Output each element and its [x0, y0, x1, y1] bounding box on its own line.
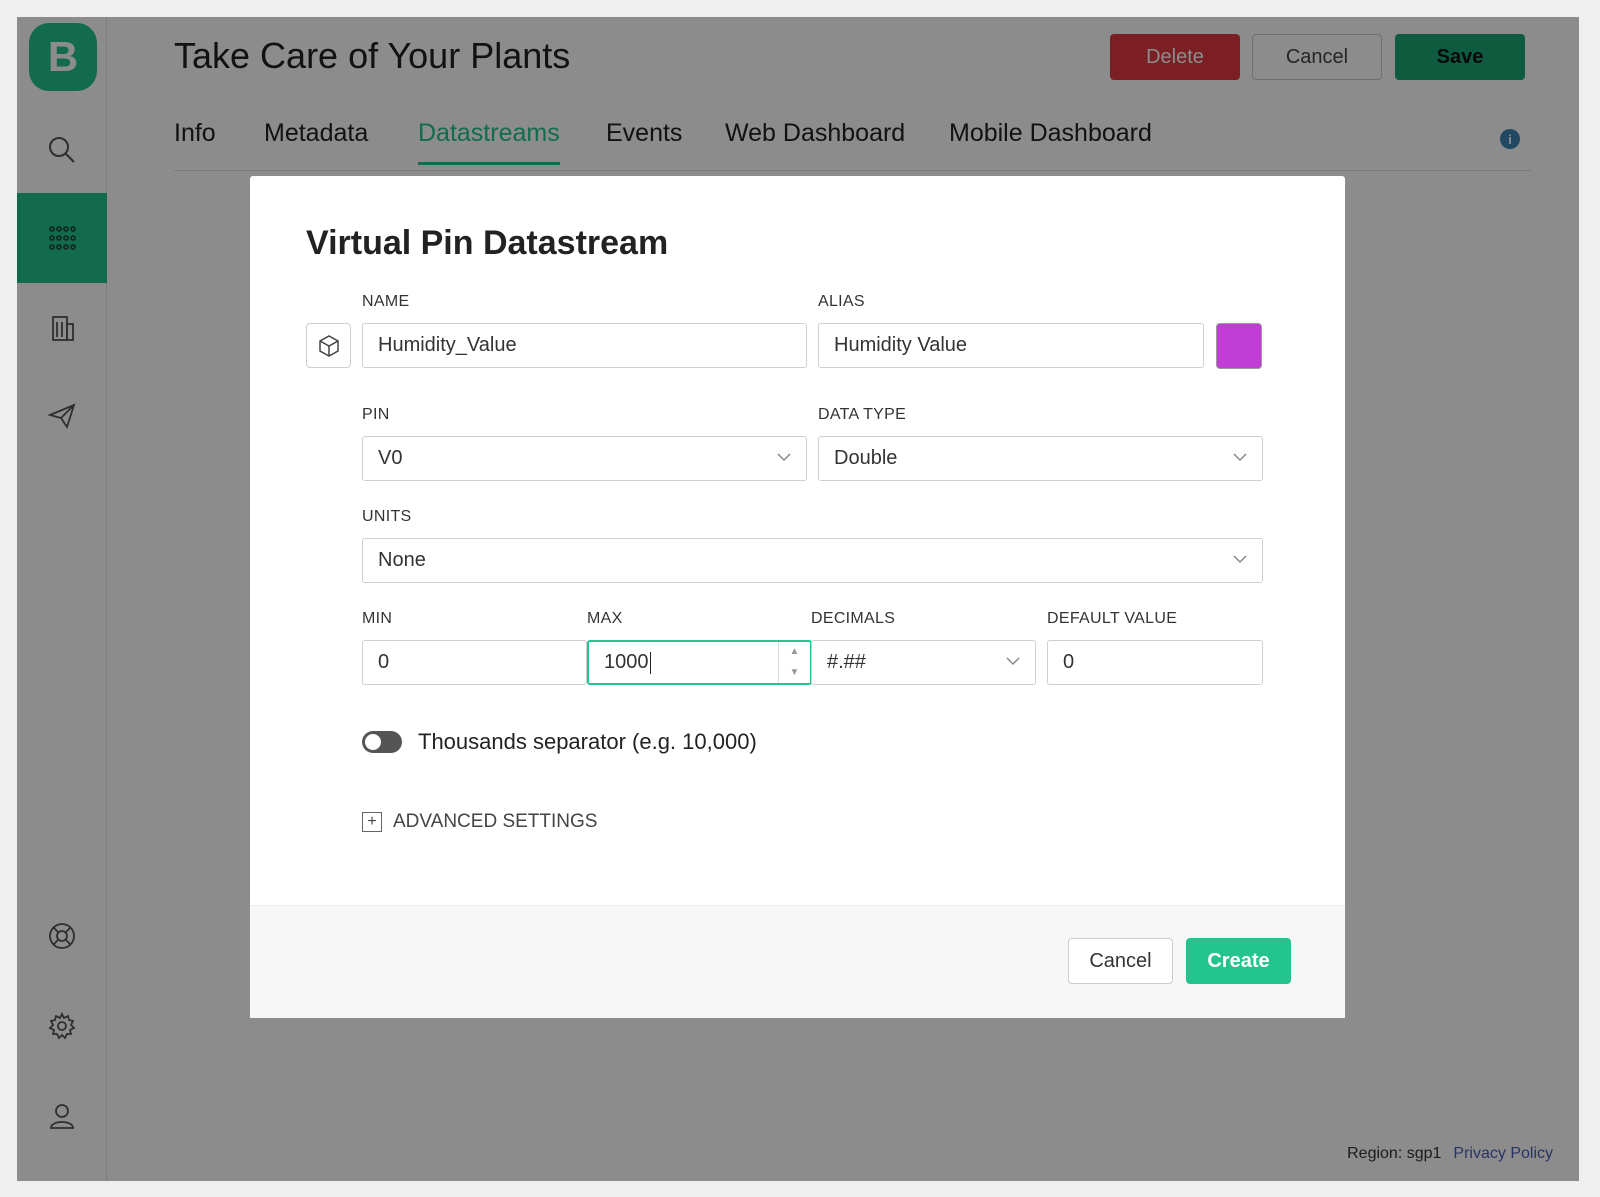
name-label: NAME	[362, 293, 410, 310]
chevron-down-icon	[1233, 555, 1247, 564]
name-field[interactable]: Humidity_Value	[362, 323, 807, 368]
modal-footer: Cancel Create	[250, 905, 1345, 1018]
cancel-button[interactable]: Cancel	[1068, 938, 1173, 984]
data-type-select[interactable]: Double	[818, 436, 1263, 481]
pin-select[interactable]: V0	[362, 436, 807, 481]
units-label: UNITS	[362, 508, 412, 525]
max-field[interactable]: 1000 ▲ ▼	[587, 640, 812, 685]
default-value-label: DEFAULT VALUE	[1047, 610, 1178, 627]
data-type-label: DATA TYPE	[818, 406, 907, 423]
decimals-value: #.##	[827, 651, 866, 673]
thousands-separator-toggle[interactable]	[362, 731, 402, 753]
chevron-down-icon	[777, 453, 791, 462]
pin-value: V0	[378, 447, 403, 469]
decimals-select[interactable]: #.##	[811, 640, 1036, 685]
stepper-up-icon[interactable]: ▲	[779, 642, 810, 663]
alias-field[interactable]: Humidity Value	[818, 323, 1204, 368]
min-label: MIN	[362, 610, 393, 627]
chevron-down-icon	[1233, 453, 1247, 462]
modal-title: Virtual Pin Datastream	[306, 224, 669, 262]
units-select[interactable]: None	[362, 538, 1263, 583]
max-label: MAX	[587, 610, 623, 627]
color-picker-swatch[interactable]	[1216, 323, 1262, 369]
thousands-separator-label: Thousands separator (e.g. 10,000)	[418, 729, 757, 754]
plus-square-icon: +	[362, 812, 382, 832]
units-value: None	[378, 549, 426, 571]
chevron-down-icon	[1006, 657, 1020, 666]
advanced-settings-expander[interactable]: + ADVANCED SETTINGS	[362, 811, 597, 833]
max-value: 1000	[604, 651, 649, 673]
max-stepper[interactable]: ▲ ▼	[778, 642, 810, 683]
alias-label: ALIAS	[818, 293, 865, 310]
default-value-field[interactable]: 0	[1047, 640, 1263, 685]
app-window: B Take Care of Your Plants Delete Cancel…	[17, 17, 1579, 1181]
datastream-modal: Virtual Pin Datastream NAME Humidity_Val…	[250, 176, 1345, 1018]
min-field[interactable]: 0	[362, 640, 587, 685]
advanced-settings-label: ADVANCED SETTINGS	[393, 811, 598, 832]
text-cursor	[649, 651, 651, 674]
stepper-down-icon[interactable]: ▼	[779, 663, 810, 684]
data-type-value: Double	[834, 447, 898, 469]
create-button[interactable]: Create	[1186, 938, 1291, 984]
pin-label: PIN	[362, 406, 390, 423]
toggle-knob	[365, 734, 381, 750]
datastream-icon-picker[interactable]	[306, 323, 351, 368]
decimals-label: DECIMALS	[811, 610, 896, 627]
cube-icon	[318, 334, 339, 357]
